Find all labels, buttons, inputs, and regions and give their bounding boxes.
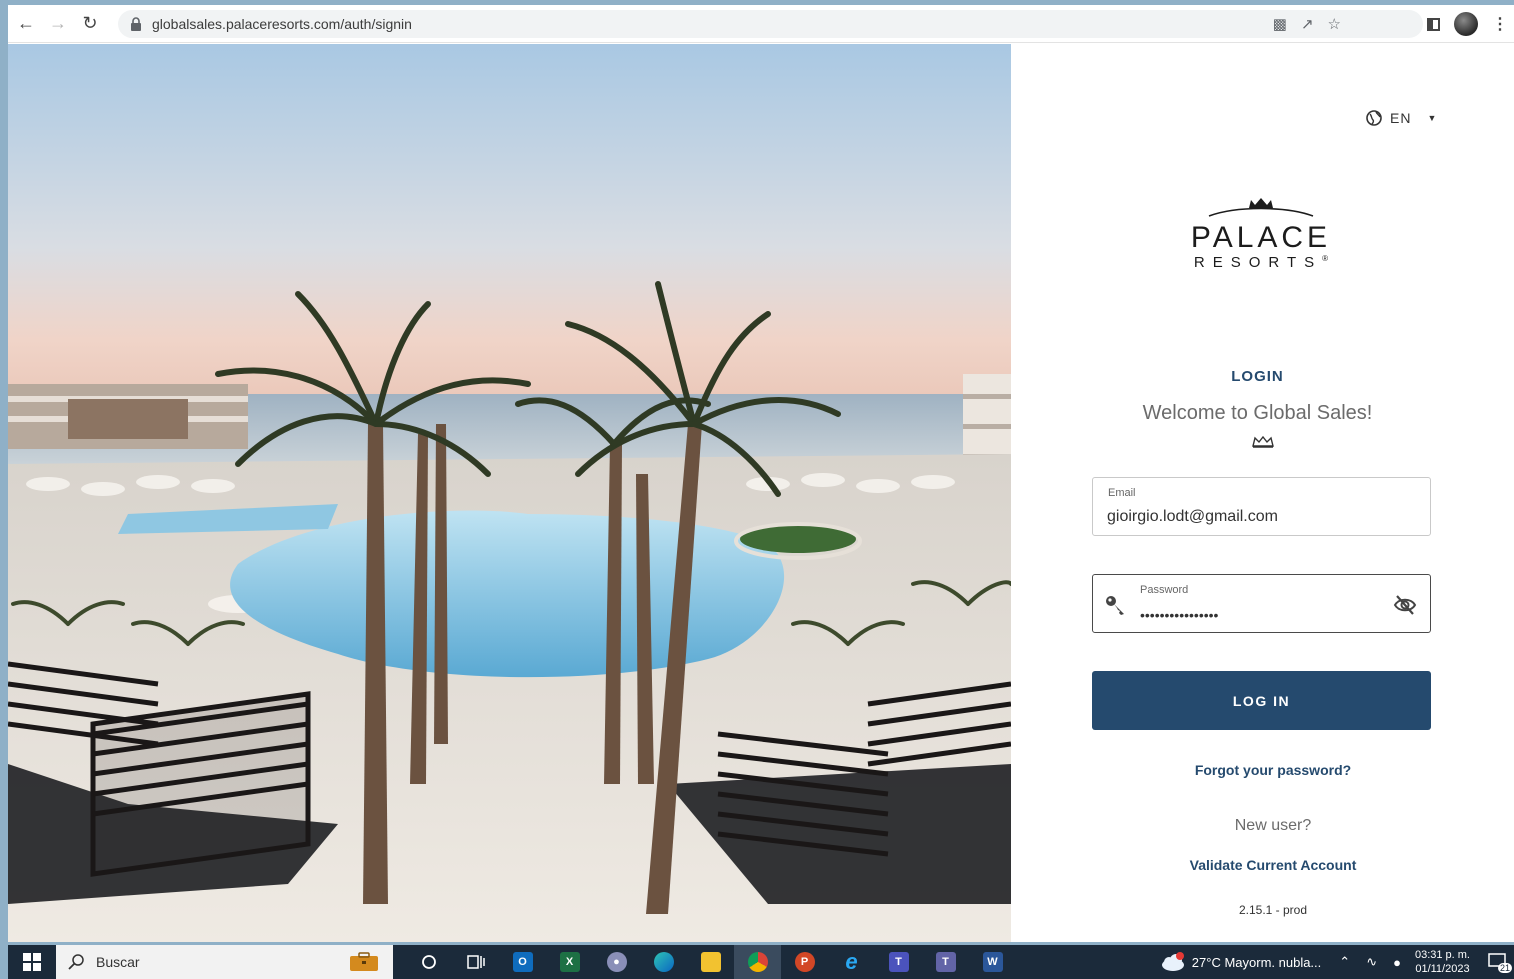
login-panel: EN ▼ PALACE RESORTS® LOGIN Welcome to Gl… bbox=[1011, 44, 1514, 942]
globe-icon bbox=[1366, 110, 1382, 126]
excel-icon[interactable]: X bbox=[546, 945, 593, 979]
ie-icon[interactable]: e bbox=[828, 945, 875, 979]
forward-arrow-icon[interactable]: → bbox=[44, 10, 72, 38]
clock-date: 01/11/2023 bbox=[1415, 963, 1470, 975]
taskbar-search-box[interactable]: Buscar bbox=[56, 945, 393, 979]
windows-start-icon[interactable] bbox=[8, 945, 56, 979]
eye-off-icon[interactable] bbox=[1393, 594, 1417, 616]
notification-count: 21 bbox=[1497, 963, 1512, 973]
menu-dots-icon[interactable]: ⋮ bbox=[1492, 14, 1508, 34]
login-heading: LOGIN bbox=[1011, 368, 1514, 385]
forgot-password-link[interactable]: Forgot your password? bbox=[1011, 762, 1514, 778]
briefcase-icon[interactable] bbox=[349, 952, 379, 972]
notification-center-icon[interactable]: 21 bbox=[1488, 953, 1512, 973]
windows-taskbar: Buscar O X ● P e T T W 27°C Mayorm. nubl… bbox=[8, 945, 1514, 979]
password-label: Password bbox=[1140, 584, 1189, 596]
logo-wordmark-resorts-text: RESORTS bbox=[1193, 254, 1323, 271]
validate-account-link[interactable]: Validate Current Account bbox=[1011, 857, 1514, 873]
search-icon bbox=[68, 954, 84, 970]
share-icon[interactable]: ↗ bbox=[1301, 15, 1314, 33]
profile-avatar[interactable] bbox=[1454, 12, 1478, 36]
weather-widget[interactable]: 27°C Mayorm. nubla... bbox=[1160, 952, 1321, 972]
cloud-icon bbox=[1161, 952, 1184, 971]
file-explorer-icon[interactable] bbox=[687, 945, 734, 979]
logo-wordmark-resorts: RESORTS® bbox=[1176, 254, 1346, 271]
chevron-down-icon: ▼ bbox=[1427, 113, 1438, 123]
weather-text: 27°C Mayorm. nubla... bbox=[1191, 954, 1322, 970]
language-label: EN bbox=[1390, 110, 1412, 126]
logo-wordmark-palace: PALACE bbox=[1190, 221, 1332, 254]
crown-logo-icon bbox=[1208, 198, 1314, 217]
side-panel-icon[interactable] bbox=[1427, 17, 1440, 31]
edge-icon[interactable] bbox=[640, 945, 687, 979]
search-placeholder: Buscar bbox=[96, 954, 140, 970]
paint-icon[interactable]: ● bbox=[593, 945, 640, 979]
resort-hero-image bbox=[8, 44, 1011, 942]
translate-icon[interactable]: ▩ bbox=[1273, 15, 1287, 33]
back-arrow-icon[interactable]: ← bbox=[12, 10, 40, 38]
clock[interactable]: 03:31 p. m. 01/11/2023 bbox=[1415, 948, 1470, 976]
reload-icon[interactable]: ↻ bbox=[76, 10, 104, 38]
browser-toolbar: ← → ↻ globalsales.palaceresorts.com/auth… bbox=[8, 5, 1514, 43]
password-value: •••••••••••••••• bbox=[1140, 607, 1219, 623]
network-icon[interactable]: ∿ bbox=[1366, 954, 1377, 970]
password-field[interactable]: Password •••••••••••••••• bbox=[1092, 574, 1431, 633]
outlook-icon[interactable]: O bbox=[499, 945, 546, 979]
email-label: Email bbox=[1108, 487, 1136, 499]
chevron-up-icon[interactable]: ⌃ bbox=[1339, 954, 1350, 970]
word-icon[interactable]: W bbox=[969, 945, 1016, 979]
browser-window: ← → ↻ globalsales.palaceresorts.com/auth… bbox=[8, 5, 1514, 942]
key-icon bbox=[1106, 596, 1124, 615]
welcome-message: Welcome to Global Sales! bbox=[1142, 402, 1373, 424]
cortana-icon[interactable] bbox=[405, 945, 452, 979]
star-icon[interactable]: ☆ bbox=[1328, 15, 1341, 33]
powerpoint-icon[interactable]: P bbox=[781, 945, 828, 979]
email-field[interactable]: Email gioirgio.lodt@gmail.com bbox=[1092, 477, 1431, 536]
version-label: 2.15.1 - prod bbox=[1238, 903, 1308, 917]
clock-time: 03:31 p. m. bbox=[1414, 949, 1470, 961]
teams-icon[interactable]: T bbox=[875, 945, 922, 979]
language-selector[interactable]: EN ▼ bbox=[1366, 110, 1437, 126]
chrome-icon[interactable] bbox=[734, 945, 781, 979]
registered-mark: ® bbox=[1322, 254, 1329, 263]
address-bar[interactable]: globalsales.palaceresorts.com/auth/signi… bbox=[118, 10, 1423, 38]
palace-resorts-logo: PALACE RESORTS® bbox=[1176, 194, 1346, 274]
email-value: gioirgio.lodt@gmail.com bbox=[1107, 508, 1278, 525]
lock-icon bbox=[131, 17, 141, 31]
crown-icon bbox=[1252, 436, 1274, 448]
login-heading-text: LOGIN bbox=[1231, 368, 1284, 385]
teams-badge-icon[interactable]: T bbox=[922, 945, 969, 979]
url-text: globalsales.palaceresorts.com/auth/signi… bbox=[152, 16, 412, 32]
task-view-icon[interactable] bbox=[452, 945, 499, 979]
new-user-text: New user? bbox=[1234, 817, 1312, 834]
login-button[interactable]: LOG IN bbox=[1092, 671, 1431, 730]
microphone-icon[interactable]: ● bbox=[1393, 955, 1401, 970]
